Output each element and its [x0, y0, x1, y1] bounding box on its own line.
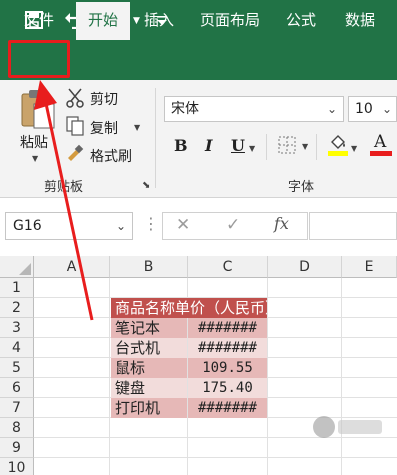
table-cell-product[interactable]: 台式机 — [111, 338, 187, 358]
font-name-select[interactable]: 宋体 ⌄ — [164, 96, 344, 122]
watermark-logo — [313, 416, 382, 438]
tab-data[interactable]: 数据 — [334, 0, 386, 40]
table-cell-price[interactable]: ####### — [188, 398, 267, 418]
name-box-value: G16 — [13, 218, 42, 234]
row-header[interactable]: 7 — [0, 398, 34, 418]
scissors-icon — [66, 88, 84, 108]
table-cell-price[interactable]: 109.55 — [188, 358, 267, 378]
row-header[interactable]: 1 — [0, 278, 34, 298]
paste-label: 粘贴 — [20, 135, 48, 151]
cut-label: 剪切 — [90, 92, 118, 108]
font-color-swatch — [370, 151, 392, 156]
column-header[interactable]: C — [188, 256, 268, 278]
clipboard-launcher-icon[interactable]: ⬊ — [142, 180, 150, 191]
divider — [316, 134, 317, 160]
table-cell-price[interactable]: ####### — [188, 338, 267, 358]
format-painter-icon — [68, 144, 84, 161]
formula-bar-resize-icon[interactable]: ⋮ — [143, 214, 159, 233]
borders-dropdown-icon[interactable]: ▼ — [302, 142, 308, 151]
table-header-row: 商品名称单价（人民币） — [111, 298, 267, 318]
clipboard-group-label: 剪贴板 — [44, 180, 84, 195]
chevron-down-icon: ⌄ — [326, 102, 337, 116]
column-header[interactable]: B — [110, 256, 188, 278]
header-product-name[interactable]: 商品名称 — [115, 299, 175, 317]
row-header[interactable]: 10 — [0, 458, 34, 475]
group-divider — [155, 88, 156, 188]
italic-button[interactable]: I — [205, 136, 212, 155]
cancel-formula-button[interactable]: ✕ — [176, 215, 190, 235]
font-name-value: 宋体 — [171, 101, 199, 117]
select-all-triangle-icon — [19, 263, 31, 275]
row-header[interactable]: 4 — [0, 338, 34, 358]
borders-icon — [278, 136, 296, 154]
copy-button[interactable]: 复制 ▼ — [66, 116, 146, 138]
column-header[interactable]: A — [34, 256, 110, 278]
divider — [266, 134, 267, 160]
borders-button[interactable]: ▼ — [278, 136, 312, 158]
header-unit-price[interactable]: 单价（人民币） — [175, 299, 267, 317]
cut-button[interactable]: 剪切 — [66, 88, 146, 110]
copy-icon — [66, 116, 84, 136]
copy-dropdown-icon[interactable]: ▼ — [134, 123, 140, 132]
row-header[interactable]: 3 — [0, 318, 34, 338]
tab-home[interactable]: 开始 — [76, 2, 130, 40]
table-cell-product[interactable]: 鼠标 — [111, 358, 187, 378]
row-header[interactable]: 5 — [0, 358, 34, 378]
column-header[interactable]: E — [342, 256, 397, 278]
column-header[interactable]: D — [268, 256, 342, 278]
formula-input[interactable] — [309, 212, 397, 240]
table-cell-product[interactable]: 键盘 — [111, 378, 187, 398]
chevron-down-icon: ⌄ — [381, 102, 392, 116]
paste-icon — [21, 90, 55, 129]
row-header[interactable]: 6 — [0, 378, 34, 398]
grid-line — [109, 278, 110, 475]
copy-label: 复制 — [90, 121, 118, 137]
tab-formulas[interactable]: 公式 — [276, 0, 326, 40]
font-group-label: 字体 — [288, 180, 315, 195]
tab-insert[interactable]: 插入 — [134, 0, 184, 40]
grid-top-gap — [0, 248, 397, 256]
file-tab-highlight-box — [8, 40, 70, 78]
chevron-down-icon: ⌄ — [115, 219, 126, 233]
grid-line — [267, 278, 268, 475]
select-all-button[interactable] — [0, 256, 34, 278]
table-cell-product[interactable]: 打印机 — [111, 398, 187, 418]
grid-line — [34, 457, 397, 458]
row-header[interactable]: 2 — [0, 298, 34, 318]
fill-color-dropdown-icon[interactable]: ▼ — [351, 144, 357, 153]
fill-color-swatch — [328, 151, 348, 156]
name-box[interactable]: G16 ⌄ — [5, 212, 133, 240]
table-cell-price[interactable]: 175.40 — [188, 378, 267, 398]
underline-button[interactable]: U — [231, 136, 245, 155]
tab-page-layout[interactable]: 页面布局 — [192, 0, 268, 40]
underline-dropdown-icon[interactable]: ▼ — [249, 144, 255, 153]
font-color-icon: A — [374, 132, 387, 152]
format-painter-button[interactable]: 格式刷 — [66, 144, 146, 166]
font-size-select[interactable]: 10 ⌄ — [348, 96, 397, 122]
fill-color-button[interactable]: ▼ — [328, 134, 358, 160]
fill-bucket-icon — [331, 135, 345, 149]
row-header[interactable]: 9 — [0, 438, 34, 458]
paste-button[interactable]: 粘贴 ▼ — [16, 88, 56, 172]
font-size-value: 10 — [355, 101, 373, 117]
tab-file[interactable]: 文件 — [10, 0, 68, 40]
row-header[interactable]: 8 — [0, 418, 34, 438]
paste-dropdown-icon[interactable]: ▼ — [32, 154, 38, 163]
insert-function-button[interactable]: fx — [274, 214, 289, 233]
font-color-button[interactable]: A — [370, 132, 397, 160]
format-painter-label: 格式刷 — [90, 149, 132, 165]
table-cell-product[interactable]: 笔记本 — [111, 318, 187, 338]
table-cell-price[interactable]: ####### — [188, 318, 267, 338]
bold-button[interactable]: B — [174, 136, 188, 155]
enter-formula-button[interactable]: ✓ — [226, 215, 240, 235]
